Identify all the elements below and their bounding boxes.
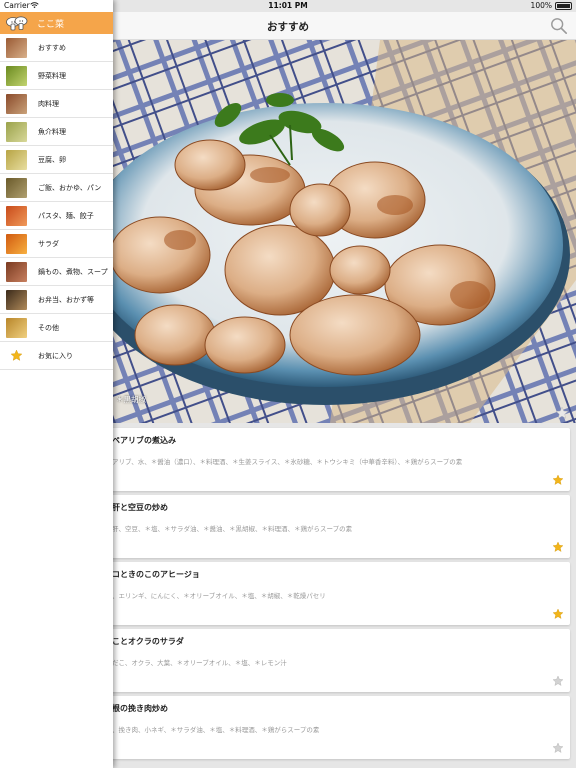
menu-item-favorites[interactable]: お気に入り (0, 342, 113, 370)
drawer-status-bar: Carrier (0, 0, 113, 12)
menu-item-other[interactable]: その他 (0, 314, 113, 342)
menu-item-label: お気に入り (38, 352, 73, 360)
recipe-card[interactable]: 肝と空豆の炒め 肝、空豆、＊塩、＊サラダ油、＊醤油、＊黒胡椒、＊料理酒、＊鶏がら… (102, 495, 570, 558)
menu-item-label: 肉料理 (38, 100, 59, 108)
category-thumbnail (6, 94, 27, 114)
menu-item-label: お弁当、おかず等 (38, 296, 94, 304)
menu-item-vegetables[interactable]: 野菜料理 (0, 62, 113, 90)
category-thumbnail (6, 262, 27, 282)
menu-item-bento[interactable]: お弁当、おかず等 (0, 286, 113, 314)
menu-item-salad[interactable]: サラダ (0, 230, 113, 258)
recipe-card[interactable]: 根の挽き肉炒め 、挽き肉、小ネギ、＊サラダ油、＊塩、＊料理酒、＊鶏がらスープの素 (102, 696, 570, 759)
menu-item-tofu-egg[interactable]: 豆腐、卵 (0, 146, 113, 174)
recipe-title: ペアリブの煮込み (112, 436, 176, 445)
search-icon[interactable] (550, 17, 568, 35)
favorite-star-icon[interactable] (552, 541, 564, 553)
menu-item-recommended[interactable]: おすすめ (0, 34, 113, 62)
menu-item-rice-bread[interactable]: ご飯、おかゆ、パン (0, 174, 113, 202)
battery-percentage: 100% (530, 1, 552, 10)
favorite-star-icon[interactable] (552, 608, 564, 620)
wifi-icon (30, 2, 39, 9)
recipe-card[interactable]: ペアリブの煮込み アリブ、水、＊醤油（濃口）、＊料理酒、＊生姜スライス、＊氷砂糖… (102, 428, 570, 491)
drawer-header: ここ菜 (0, 12, 113, 34)
recipe-title: 肝と空豆の炒め (112, 503, 168, 512)
recipe-ingredients: だこ、オクラ、大葉、＊オリーブオイル、＊塩、＊レモン汁 (112, 659, 287, 667)
category-thumbnail (6, 290, 27, 310)
menu-item-seafood[interactable]: 魚介料理 (0, 118, 113, 146)
menu-item-label: おすすめ (38, 44, 66, 52)
category-thumbnail (6, 206, 27, 226)
category-thumbnail (6, 234, 27, 254)
menu-item-label: その他 (38, 324, 59, 332)
battery-icon (555, 2, 572, 10)
favorite-star-icon[interactable] (552, 474, 564, 486)
category-thumbnail (6, 66, 27, 86)
favorite-star-icon[interactable] (552, 742, 564, 754)
category-thumbnail (6, 122, 27, 142)
recipe-ingredients: アリブ、水、＊醤油（濃口）、＊料理酒、＊生姜スライス、＊氷砂糖、＊トウシキミ（中… (112, 458, 463, 466)
recipe-ingredients: 肝、空豆、＊塩、＊サラダ油、＊醤油、＊黒胡椒、＊料理酒、＊鶏がらスープの素 (112, 525, 353, 533)
menu-item-hotpot-soup[interactable]: 鍋もの、煮物、スープ (0, 258, 113, 286)
favorite-star-icon[interactable] (555, 406, 569, 420)
category-thumbnail (6, 38, 27, 58)
recipe-card[interactable]: コときのこのアヒージョ 、エリンギ、にんにく、＊オリーブオイル、＊塩、＊胡椒、＊… (102, 562, 570, 625)
recipe-ingredients: 、挽き肉、小ネギ、＊サラダ油、＊塩、＊料理酒、＊鶏がらスープの素 (112, 726, 320, 734)
recipe-title: 根の挽き肉炒め (112, 704, 168, 713)
category-thumbnail (6, 150, 27, 170)
menu-item-label: パスタ、麺、餃子 (38, 212, 94, 220)
recipe-title: コときのこのアヒージョ (112, 570, 200, 579)
menu-item-label: 豆腐、卵 (38, 156, 66, 164)
recipe-title: ことオクラのサラダ (112, 637, 184, 646)
mushroom-logo-icon (6, 16, 28, 31)
app-root: 11:01 PM 100% おすすめ ＊黒胡椒 ペアリブの煮込み アリブ、水、＊… (0, 0, 576, 768)
menu-item-label: 野菜料理 (38, 72, 66, 80)
hero-caption: ＊黒胡椒 (116, 395, 146, 404)
category-thumbnail (6, 318, 27, 338)
menu-item-pasta-noodles[interactable]: パスタ、麺、餃子 (0, 202, 113, 230)
category-thumbnail (6, 178, 27, 198)
menu-item-label: ご飯、おかゆ、パン (38, 184, 102, 192)
menu-item-label: 鍋もの、煮物、スープ (38, 268, 108, 276)
menu-item-meat[interactable]: 肉料理 (0, 90, 113, 118)
star-icon (10, 349, 23, 361)
recipe-ingredients: 、エリンギ、にんにく、＊オリーブオイル、＊塩、＊胡椒、＊乾燥パセリ (112, 592, 326, 600)
carrier-label: Carrier (4, 1, 30, 10)
menu-item-label: 魚介料理 (38, 128, 66, 136)
app-title: ここ菜 (37, 20, 65, 30)
category-menu: おすすめ 野菜料理 肉料理 魚介料理 豆腐、卵 ご飯、おかゆ、パン パスタ、麺、… (0, 34, 113, 370)
recipe-card[interactable]: ことオクラのサラダ だこ、オクラ、大葉、＊オリーブオイル、＊塩、＊レモン汁 (102, 629, 570, 692)
menu-item-label: サラダ (38, 240, 59, 248)
side-drawer: Carrier ここ菜 おすすめ 野菜料理 肉料理 魚介料理 豆腐、卵 ご飯、お… (0, 0, 113, 768)
favorite-star-icon[interactable] (552, 675, 564, 687)
